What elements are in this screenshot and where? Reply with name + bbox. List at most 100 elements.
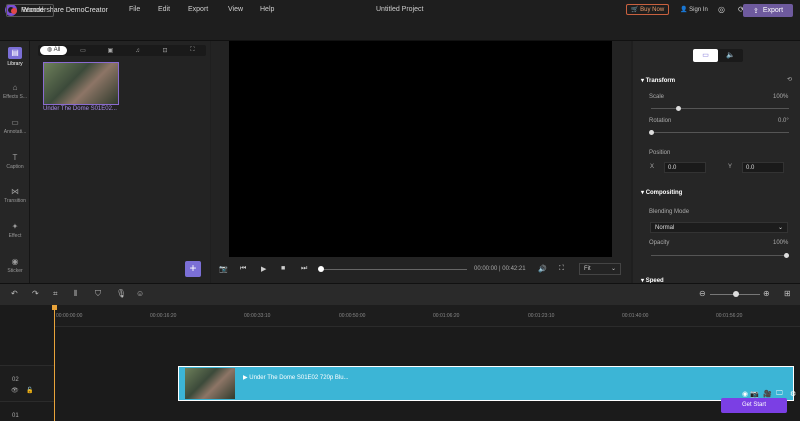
audio-filter-icon[interactable]: ♫	[124, 48, 151, 54]
emoji-icon[interactable]: ☺	[136, 289, 144, 298]
compositing-section-header[interactable]: ▾ Compositing	[641, 189, 682, 196]
opacity-value: 100%	[773, 240, 789, 246]
preview-screen	[229, 41, 612, 257]
split-icon[interactable]: ⫴	[74, 289, 77, 299]
record-icon	[11, 7, 17, 14]
next-frame-icon[interactable]: ⏭	[301, 265, 307, 273]
image-filter-icon[interactable]: ▣	[97, 47, 124, 54]
opacity-slider-knob[interactable]	[784, 253, 789, 258]
lock-icon[interactable]: 🔓	[26, 387, 33, 394]
zoom-out-icon[interactable]: ⊖	[699, 289, 706, 298]
project-title: Untitled Project	[376, 6, 424, 13]
rotation-slider-track[interactable]	[651, 132, 789, 133]
opacity-label: Opacity	[649, 240, 670, 246]
menu-export[interactable]: Export	[188, 6, 208, 13]
cart-icon: 🛒	[631, 7, 639, 13]
chevron-down-icon: ⌄	[610, 266, 616, 272]
tool-effects-s[interactable]: ⌂ Effects S...	[0, 83, 30, 100]
media-thumbnail[interactable]	[43, 62, 119, 105]
volume-icon[interactable]: 🔊	[538, 265, 547, 273]
zoom-in-icon[interactable]: ⊕	[763, 289, 770, 298]
rotation-value: 0.0°	[778, 118, 789, 124]
ruler-tick-label: 00:00:16:20	[150, 313, 177, 319]
tool-sticker[interactable]: ◉ Sticker	[0, 257, 30, 274]
fullscreen-filter-icon[interactable]: ⛶	[179, 47, 206, 54]
previous-frame-icon[interactable]: ⏮	[240, 265, 246, 273]
audio-properties-icon[interactable]: 🔈	[718, 49, 743, 62]
playback-progress-knob[interactable]	[318, 266, 324, 272]
caption-icon: T	[12, 153, 18, 162]
ruler-tick-label: 00:00:00:00	[56, 313, 83, 319]
fit-dropdown[interactable]: Fit ⌄	[579, 263, 621, 275]
sign-in-button[interactable]: 👤 Sign In	[680, 6, 708, 13]
eye-icon[interactable]: 👁	[11, 387, 19, 394]
clip-label: ▶ Under The Dome S01E02 720p Blu...	[243, 374, 349, 381]
tool-transition[interactable]: ⋈ Transition	[0, 187, 30, 204]
fit-timeline-icon[interactable]: ⊞	[784, 289, 791, 298]
headset-icon[interactable]: ◎	[718, 5, 725, 14]
effects-icon: ⌂	[12, 83, 18, 92]
menu-view[interactable]: View	[228, 6, 243, 13]
record-button[interactable]: Record	[6, 4, 54, 17]
transform-section-header[interactable]: ▾ Transform	[641, 77, 675, 84]
blending-mode-select[interactable]: Normal ⌄	[650, 222, 788, 233]
tool-label: Caption	[6, 164, 24, 170]
undo-icon[interactable]: ↶	[11, 289, 18, 298]
crop-icon[interactable]: ⌗	[53, 289, 58, 299]
library-icon: ▤	[8, 47, 22, 59]
redo-icon[interactable]: ↷	[32, 289, 39, 298]
position-y-input[interactable]: 0.0	[742, 162, 784, 173]
opacity-slider-track[interactable]	[651, 255, 789, 256]
video-filter-icon[interactable]: ▭	[69, 47, 96, 54]
camera-mini-icon[interactable]: 📷	[750, 390, 759, 398]
tool-library[interactable]: ▤ Library	[0, 47, 30, 67]
video-clip-icon: ▶	[243, 375, 248, 381]
tool-effect[interactable]: ✦ Effect	[0, 222, 30, 239]
playhead-handle[interactable]	[52, 305, 57, 310]
settings-mini-icon[interactable]: ⚙	[790, 390, 796, 398]
picture-filter-icon[interactable]: ⊡	[151, 47, 178, 54]
tool-label: Sticker	[7, 268, 23, 274]
microphone-icon[interactable]: 🎙	[116, 289, 126, 298]
marker-icon[interactable]: ⛉	[95, 289, 101, 299]
menu-help[interactable]: Help	[260, 6, 274, 13]
tool-caption[interactable]: T Caption	[0, 153, 30, 170]
record-label: Record	[21, 7, 44, 14]
snapshot-icon[interactable]: 📷	[219, 265, 228, 273]
playhead[interactable]	[54, 305, 55, 421]
action-bar	[0, 20, 800, 41]
timeline-clip[interactable]	[178, 366, 794, 401]
video-properties-icon[interactable]: ▭	[693, 49, 718, 62]
sticker-icon: ◉	[11, 257, 19, 266]
zoom-slider-knob[interactable]	[733, 291, 739, 297]
stop-icon[interactable]: ■	[281, 265, 285, 272]
position-x-input[interactable]: 0.0	[664, 162, 706, 173]
export-icon: ⇪	[752, 7, 759, 15]
rotation-slider-knob[interactable]	[649, 130, 654, 135]
get-start-button[interactable]: Get Start	[721, 398, 787, 413]
play-icon[interactable]: ▶	[261, 265, 266, 273]
video-mini-icon[interactable]: 🎥	[763, 390, 772, 398]
menu-edit[interactable]: Edit	[158, 6, 170, 13]
fullscreen-icon[interactable]: ⛶	[559, 265, 564, 273]
playback-progress-track[interactable]	[320, 269, 467, 270]
reset-icon[interactable]: ⟲	[787, 76, 792, 83]
tab-all[interactable]: ◍ All	[40, 46, 68, 55]
add-media-button[interactable]: +	[185, 261, 201, 277]
sign-in-label: Sign In	[689, 7, 708, 13]
export-button[interactable]: ⇪ Export	[743, 4, 793, 17]
menu-file[interactable]: File	[129, 6, 140, 13]
track-header-02	[0, 365, 54, 402]
tool-label: Effects S...	[2, 94, 28, 100]
tool-annotation[interactable]: ▭ Annotati...	[0, 118, 30, 135]
scale-slider-knob[interactable]	[676, 106, 681, 111]
scale-slider-track[interactable]	[651, 108, 789, 109]
record-mini-icon[interactable]: ◉	[742, 390, 748, 398]
clip-label-text: Under The Dome S01E02 720p Blu...	[249, 375, 349, 381]
chevron-down-icon: ⌄	[777, 225, 783, 231]
buy-now-button[interactable]: 🛒 Buy Now	[626, 4, 670, 15]
tool-label: Annotati...	[3, 129, 27, 135]
screen-mini-icon[interactable]: 🖵	[776, 390, 783, 398]
media-clip-name[interactable]: Under The Dome S01E02...	[43, 106, 117, 112]
tool-label: Transition	[4, 198, 26, 204]
